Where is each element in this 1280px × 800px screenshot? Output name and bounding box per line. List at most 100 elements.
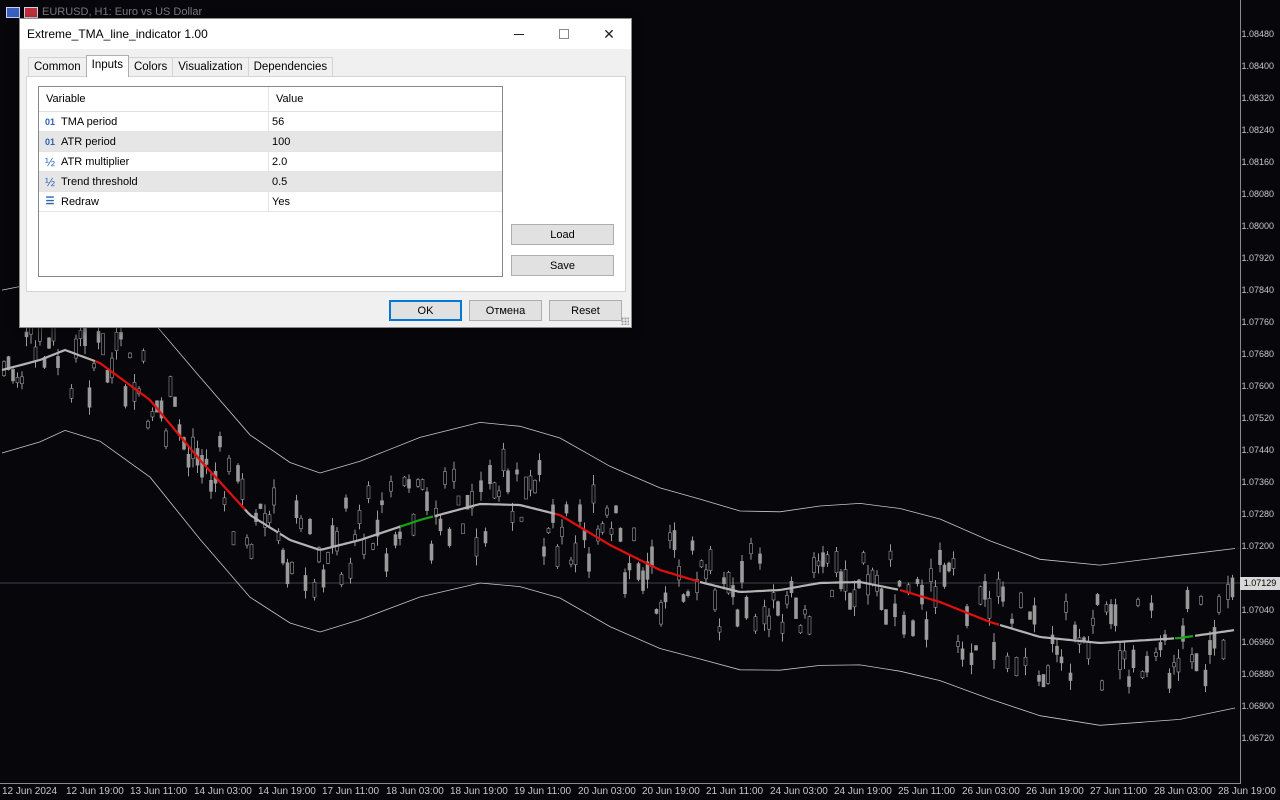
reset-button[interactable]: Reset <box>549 300 622 321</box>
candle-body <box>1109 604 1113 625</box>
time-tick-label: 18 Jun 03:00 <box>386 786 444 797</box>
candle-body <box>258 503 263 509</box>
value-cell[interactable]: 2.0 <box>269 152 502 171</box>
candle-body <box>1172 662 1176 668</box>
time-tick-label: 27 Jun 11:00 <box>1090 786 1148 797</box>
value-cell[interactable]: 100 <box>269 132 502 151</box>
time-tick-label: 18 Jun 19:00 <box>450 786 508 797</box>
load-button[interactable]: Load <box>511 224 614 245</box>
candle-body <box>303 575 308 591</box>
value-cell[interactable]: Yes <box>269 192 502 211</box>
candle-body <box>933 586 938 608</box>
candle-body <box>110 357 114 379</box>
header-variable[interactable]: Variable <box>39 87 269 111</box>
value-cell[interactable]: 0.5 <box>269 172 502 191</box>
candle-body <box>321 569 326 588</box>
tab-common[interactable]: Common <box>28 57 87 77</box>
candle-body <box>614 505 618 514</box>
dialog-titlebar[interactable]: Extreme_TMA_line_indicator 1.00 ✕ <box>20 19 631 49</box>
candle-body <box>497 490 501 497</box>
candle-body <box>33 346 38 362</box>
candle-body <box>474 537 479 557</box>
candle-body <box>83 327 87 346</box>
candle-body <box>794 597 798 619</box>
candle-body <box>398 531 402 539</box>
variable-name: TMA period <box>61 115 118 128</box>
candle-body <box>758 553 762 564</box>
time-tick-label: 13 Jun 11:00 <box>130 786 188 797</box>
candle-body <box>290 561 294 574</box>
cancel-button[interactable]: Отмена <box>469 300 542 321</box>
candle-body <box>510 510 515 523</box>
candle-body <box>947 562 951 572</box>
candle-body <box>105 369 110 383</box>
candle-body <box>816 560 821 567</box>
price-tick-label: 1.07840 <box>1241 285 1274 295</box>
tab-colors[interactable]: Colors <box>127 57 174 77</box>
candle-body <box>420 479 425 490</box>
candle-body <box>623 572 627 595</box>
header-value[interactable]: Value <box>269 87 502 111</box>
candle-body <box>1154 652 1158 657</box>
candle-body <box>393 534 398 546</box>
close-button[interactable]: ✕ <box>586 19 632 49</box>
maximize-button[interactable] <box>541 19 587 49</box>
candle-body <box>200 455 204 478</box>
minimize-button[interactable] <box>496 19 542 49</box>
candle-body <box>735 609 740 627</box>
resize-grip-icon[interactable] <box>621 317 629 325</box>
time-tick-label: 28 Jun 19:00 <box>1218 786 1276 797</box>
candle-body <box>767 615 771 630</box>
inputs-panel: Variable Value 01 TMA period 56 01 ATR per… <box>26 76 626 292</box>
value-cell[interactable]: 56 <box>269 112 502 131</box>
candle-body <box>173 396 177 407</box>
tab-dependencies[interactable]: Dependencies <box>247 57 334 77</box>
candle-body <box>1037 675 1041 682</box>
candle-body <box>429 543 434 561</box>
candle-body <box>641 570 645 591</box>
price-tick-label: 1.08000 <box>1241 221 1274 231</box>
candle-body <box>330 525 335 547</box>
candle-body <box>483 531 488 544</box>
candle-body <box>600 523 605 533</box>
candle-body <box>870 569 875 585</box>
maximize-icon <box>559 29 569 39</box>
table-row[interactable]: 01 TMA period 56 <box>39 112 502 132</box>
table-row[interactable]: ☰ Redraw Yes <box>39 192 502 212</box>
price-tick-label: 1.06800 <box>1241 701 1274 711</box>
price-tick-label: 1.07680 <box>1241 349 1274 359</box>
indicator-properties-dialog[interactable]: Extreme_TMA_line_indicator 1.00 ✕ Common… <box>19 18 632 328</box>
save-button[interactable]: Save <box>511 255 614 276</box>
candle-body <box>209 479 213 492</box>
dialog-title: Extreme_TMA_line_indicator 1.00 <box>27 27 208 41</box>
table-row[interactable]: ½ Trend threshold 0.5 <box>39 172 502 192</box>
candle-body <box>924 619 929 640</box>
candle-body <box>632 527 636 541</box>
tma-line-segment <box>244 508 279 534</box>
tab-inputs[interactable]: Inputs <box>85 55 129 77</box>
table-row[interactable]: ½ ATR multiplier 2.0 <box>39 152 502 172</box>
candle-body <box>1203 669 1208 687</box>
candle-body <box>969 652 974 665</box>
inputs-grid[interactable]: Variable Value 01 TMA period 56 01 ATR per… <box>38 86 503 277</box>
candle-body <box>956 641 960 647</box>
candle-body <box>1212 627 1217 649</box>
price-tick-label: 1.07040 <box>1241 605 1274 615</box>
ok-button[interactable]: OK <box>389 300 462 321</box>
integer-icon: 01 <box>44 116 55 127</box>
time-tick-label: 20 Jun 03:00 <box>578 786 636 797</box>
candle-body <box>1091 617 1095 626</box>
candle-body <box>776 601 780 616</box>
candle-body <box>204 458 209 465</box>
price-tick-label: 1.07200 <box>1241 541 1274 551</box>
tab-visualization[interactable]: Visualization <box>172 57 249 77</box>
price-tick-label: 1.06720 <box>1241 733 1274 743</box>
candle-body <box>362 538 366 555</box>
price-tick-label: 1.07760 <box>1241 317 1274 327</box>
table-row[interactable]: 01 ATR period 100 <box>39 132 502 152</box>
candle-body <box>1176 657 1181 673</box>
time-tick-label: 21 Jun 11:00 <box>706 786 764 797</box>
candle-body <box>911 620 915 636</box>
candle-body <box>168 376 173 397</box>
time-tick-label: 20 Jun 19:00 <box>642 786 700 797</box>
